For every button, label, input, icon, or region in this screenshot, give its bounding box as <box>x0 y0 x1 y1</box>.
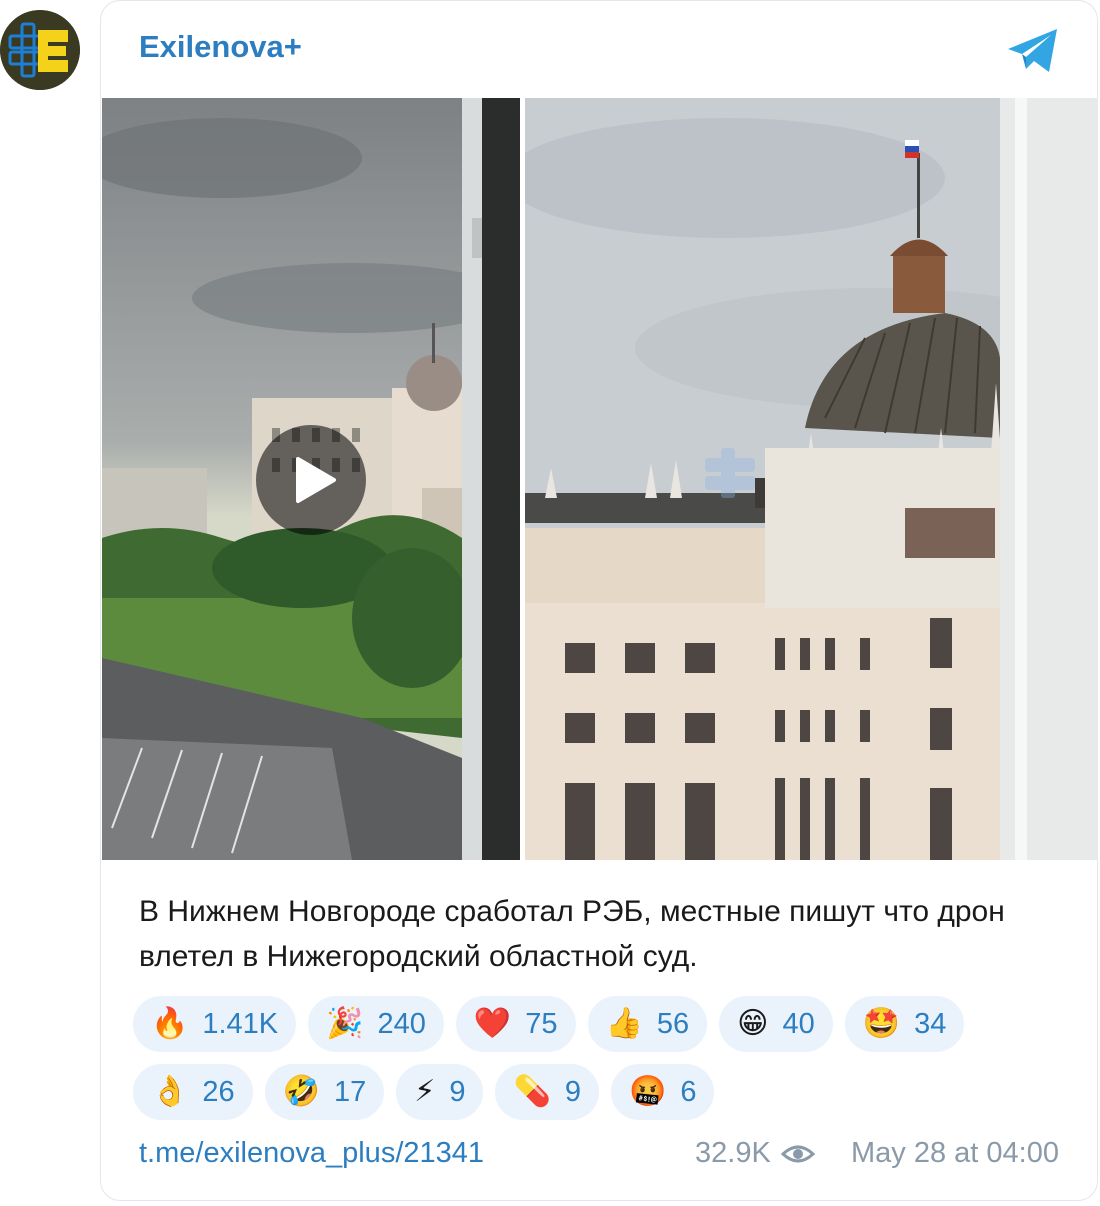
lightning-icon: ⚡ <box>414 1074 436 1109</box>
reaction-pill[interactable]: 💊 9 <box>495 1064 599 1120</box>
heart-icon: ❤️ <box>473 1006 512 1041</box>
reactions-bar: 🔥 1.41K 🎉 240 ❤️ 75 👍 56 😁 40 🤩 34 👌 26 … <box>133 996 1073 1132</box>
rofl-icon: 🤣 <box>282 1074 320 1109</box>
post-text: В Нижнем Новгороде сработал РЭБ, местные… <box>139 895 1005 973</box>
view-count-value: 32.9K <box>695 1137 771 1169</box>
cursing-face-icon: 🤬 <box>628 1074 667 1109</box>
party-popper-icon: 🎉 <box>326 1006 364 1041</box>
reaction-row-1: 🔥 1.41K 🎉 240 ❤️ 75 👍 56 😁 40 🤩 34 <box>133 996 1073 1052</box>
reaction-count: 17 <box>333 1075 367 1108</box>
star-struck-icon: 🤩 <box>862 1006 901 1041</box>
reaction-count: 6 <box>680 1075 697 1108</box>
reaction-count: 56 <box>656 1007 690 1040</box>
reaction-cursing[interactable]: 🤬 6 <box>610 1064 715 1120</box>
building-dome-image <box>525 98 1098 860</box>
court-building-photo[interactable] <box>525 98 1098 860</box>
play-button[interactable] <box>256 425 366 535</box>
view-count: 32.9K <box>695 1137 815 1170</box>
reaction-count: 75 <box>525 1007 558 1040</box>
play-icon <box>296 457 336 503</box>
post-date: May 28 at 04:00 <box>851 1137 1059 1169</box>
reaction-thumbs-up[interactable]: 👍 56 <box>587 996 708 1052</box>
reaction-count: 9 <box>564 1075 581 1108</box>
reaction-party[interactable]: 🎉 240 <box>308 996 444 1052</box>
reaction-count: 34 <box>914 1007 947 1040</box>
reaction-count: 26 <box>202 1075 235 1108</box>
reaction-count: 40 <box>782 1007 815 1040</box>
reaction-lightning[interactable]: ⚡ 9 <box>396 1064 484 1120</box>
reaction-rofl[interactable]: 🤣 17 <box>264 1064 385 1120</box>
thumbs-up-icon: 👍 <box>605 1006 643 1041</box>
media-grid <box>102 98 1098 860</box>
reaction-heart[interactable]: ❤️ 75 <box>455 996 576 1052</box>
reaction-count: 1.41K <box>202 1007 279 1040</box>
pill-icon: 💊 <box>513 1074 551 1109</box>
channel-avatar[interactable] <box>0 10 80 90</box>
exilenova-logo-icon <box>0 10 80 90</box>
reaction-ok-hand[interactable]: 👌 26 <box>133 1064 253 1120</box>
reaction-grin[interactable]: 😁 40 <box>719 996 833 1052</box>
telegram-plane-icon[interactable] <box>1005 26 1061 76</box>
channel-name[interactable]: Exilenova+ <box>139 29 302 65</box>
post-card: Exilenova+ В Нижнем Новгороде сработал Р… <box>100 0 1098 1201</box>
post-link[interactable]: t.me/exilenova_plus/21341 <box>139 1137 484 1170</box>
reaction-fire[interactable]: 🔥 1.41K <box>133 996 297 1052</box>
reaction-star-struck[interactable]: 🤩 34 <box>844 996 965 1052</box>
eye-icon <box>780 1145 815 1162</box>
reaction-row-2: 👌 26 🤣 17 ⚡ 9 💊 9 🤬 6 <box>133 1064 1073 1120</box>
ok-hand-icon: 👌 <box>151 1074 189 1109</box>
reaction-count: 9 <box>449 1075 466 1108</box>
fire-icon: 🔥 <box>151 1006 189 1041</box>
grinning-face-icon: 😁 <box>737 1006 769 1041</box>
reaction-count: 240 <box>377 1007 426 1040</box>
video-thumbnail[interactable] <box>102 98 520 860</box>
